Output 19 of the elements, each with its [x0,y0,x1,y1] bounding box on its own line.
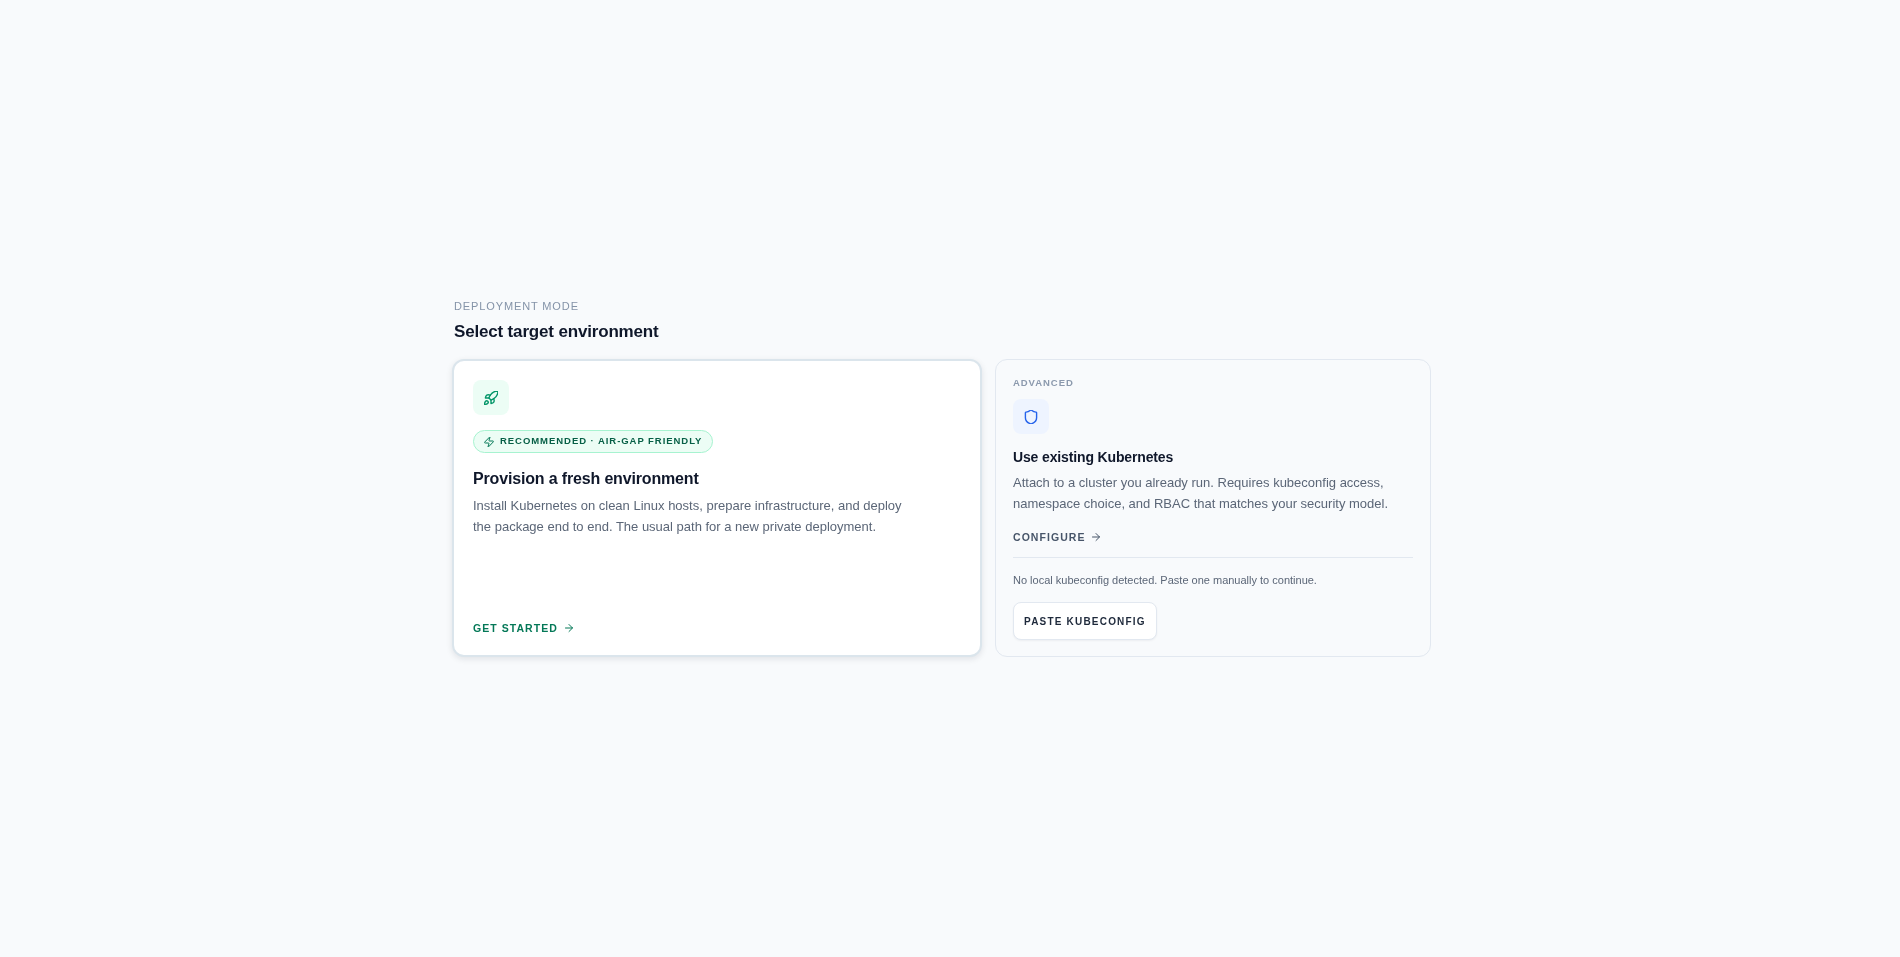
lightning-icon [484,436,494,447]
notice-text: No local kubeconfig detected. Paste one manually to continue. [1013,573,1317,588]
card-description: Install Kubernetes on clean Linux hosts, prepare infrastructure, and deploy the package end to end. The usual path for a new private deployment. [473,497,903,536]
page-heading: Select target environment [454,321,659,343]
shield-icon [1013,399,1049,434]
action-link[interactable]: GET STARTED [473,621,574,635]
badge-label: RECOMMENDED · AIR-GAP FRIENDLY [500,434,703,449]
card-description: Attach to a cluster you already run. Requires kubeconfig access, namespace choice, and RBAC that matches your security model. [1013,474,1389,513]
option-card[interactable] [452,359,982,657]
paste-button[interactable]: PASTE KUBECONFIG [1013,602,1157,640]
rocket-icon [473,380,509,415]
arrow-right-icon [563,623,574,633]
card-title: Use existing Kubernetes [1013,448,1174,467]
card-title: Provision a fresh environment [473,469,699,489]
card-label: ADVANCED [1013,377,1074,389]
section-label: DEPLOYMENT MODE [454,299,579,313]
action-link[interactable]: CONFIGURE [1013,530,1102,544]
option-card[interactable] [995,359,1431,657]
arrow-right-icon [1091,532,1102,542]
